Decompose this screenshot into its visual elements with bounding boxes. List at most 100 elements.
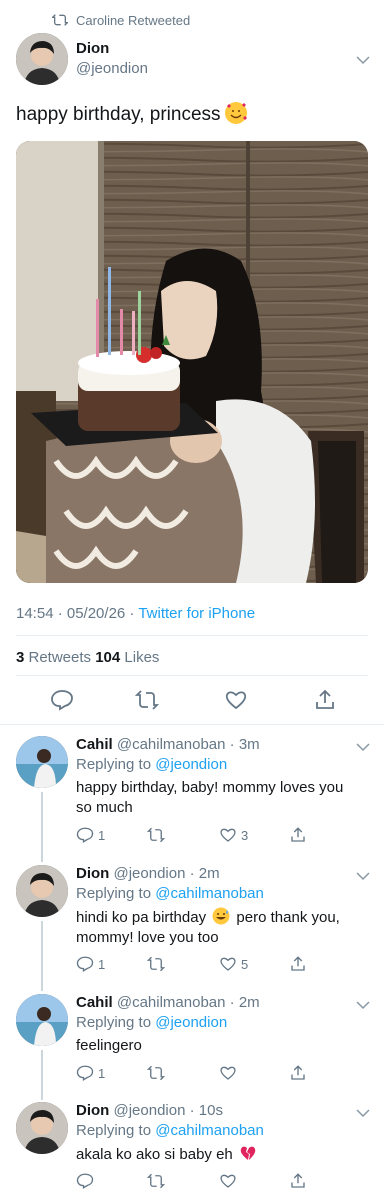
avatar[interactable] (16, 736, 68, 788)
reply-icon (76, 956, 94, 972)
reply-text: akala ko ako si baby eh (76, 1144, 356, 1165)
reply-author-name[interactable]: Cahil (76, 994, 113, 1011)
retweet-header: Caroline Retweeted (52, 10, 190, 30)
reply-button[interactable]: 1 (76, 955, 105, 973)
likes-count: 104 (95, 649, 121, 666)
reply-item[interactable]: Dion @jeondion · 10s Replying to @cahilm… (0, 1102, 384, 1200)
tweet-text-content: happy birthday, princess (16, 104, 221, 125)
reply-item[interactable]: Cahil @cahilmanoban · 2m Replying to @je… (0, 994, 384, 1094)
replying-to: Replying to @cahilmanoban (76, 1122, 264, 1139)
avatar[interactable] (16, 865, 68, 917)
chevron-down-icon[interactable] (354, 738, 372, 756)
reply-author-handle[interactable]: @cahilmanoban (117, 736, 226, 753)
share-icon[interactable] (313, 688, 337, 712)
reply-count: 1 (98, 1065, 106, 1081)
retweet-button[interactable] (147, 955, 169, 973)
reply-header: Cahil @cahilmanoban · 3m (76, 736, 260, 753)
retweet-icon (147, 1173, 165, 1189)
share-button[interactable] (289, 826, 311, 844)
reply-time: · 2m (225, 994, 260, 1011)
retweet-button[interactable] (147, 1172, 169, 1190)
replying-to: Replying to @cahilmanoban (76, 885, 264, 902)
chevron-down-icon[interactable] (354, 1104, 372, 1122)
tweet-photo[interactable] (16, 141, 368, 583)
reply-author-handle[interactable]: @jeondion (114, 1102, 186, 1119)
retweet-icon (147, 956, 165, 972)
divider (16, 635, 368, 636)
reply-text: feelingero (76, 1037, 142, 1054)
retweet-icon (147, 1065, 165, 1081)
reply-author-name[interactable]: Dion (76, 865, 109, 882)
replying-to-link[interactable]: @jeondion (155, 1014, 227, 1031)
replying-to-link[interactable]: @cahilmanoban (155, 1122, 264, 1139)
reply-time: · 2m (185, 865, 220, 882)
share-icon (291, 1173, 305, 1188)
reply-icon (76, 1065, 94, 1081)
tweet-author[interactable]: Dion @jeondion (16, 33, 372, 87)
like-button[interactable] (219, 1172, 241, 1190)
like-icon (220, 1174, 236, 1188)
like-count: 5 (241, 956, 249, 972)
like-icon (220, 957, 236, 971)
like-icon (220, 828, 236, 842)
like-count: 3 (241, 827, 249, 843)
divider (0, 724, 384, 725)
reply-text: happy birthday, baby! mommy loves you so… (76, 779, 344, 816)
tweet-text: happy birthday, princess (16, 102, 368, 128)
like-icon (220, 1066, 236, 1080)
reply-button[interactable] (76, 1172, 98, 1190)
reply-header: Dion @jeondion · 10s (76, 1102, 223, 1119)
replying-label: Replying to (76, 756, 156, 773)
tweet-actions (16, 688, 368, 716)
reply-button[interactable]: 1 (76, 1064, 105, 1082)
avatar[interactable] (16, 994, 68, 1046)
replying-to-link[interactable]: @cahilmanoban (155, 885, 264, 902)
share-icon (291, 956, 305, 971)
reply-item[interactable]: Dion @jeondion · 2m Replying to @cahilma… (0, 865, 384, 989)
reply-author-handle[interactable]: @jeondion (114, 865, 186, 882)
reply-text-part: hindi ko pa birthday (76, 909, 211, 926)
likes-label: Likes (120, 649, 160, 666)
grinning-sweat-icon (212, 907, 230, 925)
reply-icon[interactable] (50, 688, 74, 712)
reply-icon (76, 827, 94, 843)
reply-count: 1 (98, 827, 106, 843)
reply-item[interactable]: Cahil @cahilmanoban · 3m Replying to @je… (0, 736, 384, 860)
tweet-time: 14:54 · 05/20/26 · (16, 605, 139, 622)
chevron-down-icon[interactable] (354, 867, 372, 885)
reply-button[interactable]: 1 (76, 826, 105, 844)
tweet-source-link[interactable]: Twitter for iPhone (138, 605, 255, 622)
like-button[interactable]: 5 (219, 955, 248, 973)
replying-to: Replying to @jeondion (76, 756, 227, 773)
reply-count: 1 (98, 956, 106, 972)
tweet-stats[interactable]: 3 Retweets 104 Likes (16, 649, 159, 666)
retweet-button[interactable] (147, 1064, 169, 1082)
author-name[interactable]: Dion (76, 40, 109, 57)
chevron-down-icon[interactable] (354, 51, 372, 69)
replying-to: Replying to @jeondion (76, 1014, 227, 1031)
reply-author-name[interactable]: Dion (76, 1102, 109, 1119)
retweet-button[interactable] (147, 826, 169, 844)
retweet-icon[interactable] (135, 688, 159, 712)
like-button[interactable] (219, 1064, 241, 1082)
chevron-down-icon[interactable] (354, 996, 372, 1014)
replying-label: Replying to (76, 1014, 156, 1031)
avatar[interactable] (16, 33, 68, 85)
retweet-icon (147, 827, 165, 843)
share-button[interactable] (289, 1064, 311, 1082)
replying-label: Replying to (76, 885, 156, 902)
avatar[interactable] (16, 1102, 68, 1154)
reply-author-name[interactable]: Cahil (76, 736, 113, 753)
replying-to-link[interactable]: @jeondion (155, 756, 227, 773)
author-handle[interactable]: @jeondion (76, 60, 148, 77)
share-button[interactable] (289, 1172, 311, 1190)
retweet-icon (52, 14, 68, 26)
reply-header: Dion @jeondion · 2m (76, 865, 220, 882)
share-button[interactable] (289, 955, 311, 973)
divider (16, 675, 368, 676)
like-button[interactable]: 3 (219, 826, 248, 844)
retweet-header-label: Caroline Retweeted (76, 12, 191, 28)
reply-author-handle[interactable]: @cahilmanoban (117, 994, 226, 1011)
share-icon (291, 1065, 305, 1080)
like-icon[interactable] (224, 688, 248, 712)
